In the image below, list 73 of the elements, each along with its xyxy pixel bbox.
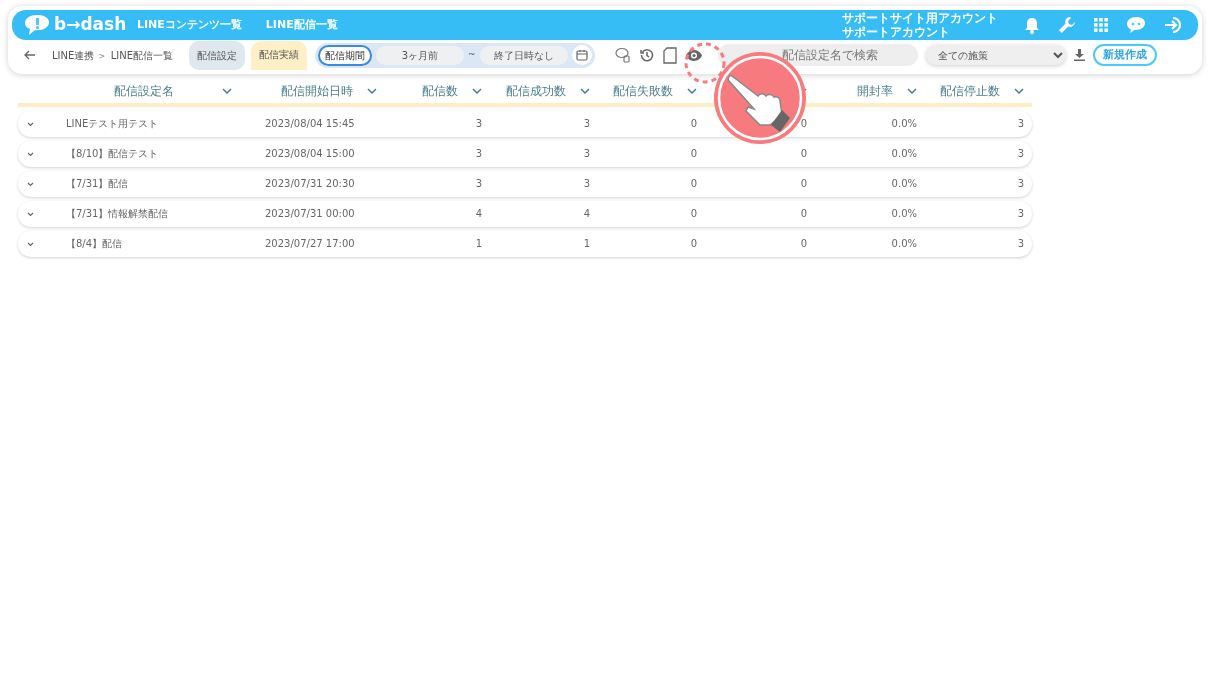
download-icon[interactable] (1073, 49, 1085, 61)
table-cell: LINEテスト用テスト (66, 117, 159, 129)
back-arrow-icon[interactable] (24, 50, 36, 60)
column-header[interactable]: 開封率 (857, 82, 893, 100)
table-cell: 3 (583, 177, 590, 189)
table-cell: 0.0% (891, 177, 917, 189)
table-cell: 0.0% (891, 147, 917, 159)
period-label[interactable]: 配信期間 (318, 44, 372, 66)
logo-icon (24, 14, 50, 36)
eye-icon[interactable] (685, 49, 702, 61)
table-cell: 【7/31】配信 (66, 177, 129, 189)
table-cell: 0 (800, 117, 807, 129)
column-header[interactable]: 配信失敗数 (613, 82, 673, 100)
start-date-field[interactable]: 3ヶ月前 (376, 45, 464, 65)
sort-icon[interactable] (1014, 88, 1024, 94)
table-cell: 2023/07/27 17:00 (265, 237, 355, 249)
table-cell: 3 (1017, 117, 1024, 129)
breadcrumb: LINE連携 ＞ LINE配信一覧 (52, 48, 173, 63)
table-cell: 0 (800, 177, 807, 189)
table-cell: 【8/4】配信 (66, 237, 123, 249)
table-cell: 0 (690, 177, 697, 189)
table-cell: 3 (583, 117, 590, 129)
account-name: サポートサイト用アカウント サポートアカウント (842, 11, 998, 39)
table-cell: 3 (1017, 177, 1024, 189)
document-icon[interactable] (662, 46, 677, 64)
tab[interactable]: 配信設定 (189, 40, 245, 70)
new-button[interactable]: 新規作成 (1092, 43, 1157, 67)
table-cell: 3 (475, 177, 482, 189)
table-cell: 0 (690, 207, 697, 219)
sort-icon[interactable] (580, 88, 590, 94)
column-header[interactable]: 配信数 (422, 82, 458, 100)
history-icon[interactable] (639, 48, 654, 62)
column-header[interactable]: 配信設定名 (114, 82, 174, 100)
sort-icon[interactable] (367, 88, 377, 94)
table-cell: 【8/10】配信テスト (66, 147, 159, 159)
table-cell: 0 (690, 117, 697, 129)
filter-dropdown[interactable]: 全ての施策 (925, 45, 1066, 65)
sort-icon[interactable] (687, 88, 697, 94)
column-header[interactable]: 配信成功数 (506, 82, 566, 100)
chat-bubble-icon[interactable] (614, 47, 631, 63)
table-cell: 0 (690, 147, 697, 159)
logo-text: b→dash (54, 13, 127, 37)
table-cell: 3 (475, 147, 482, 159)
table-cell: 3 (475, 117, 482, 129)
table-cell: 0 (800, 237, 807, 249)
range-separator: ~ (468, 48, 476, 62)
calendar-icon[interactable] (571, 45, 592, 65)
table-cell: 2023/07/31 20:30 (265, 177, 355, 189)
table-cell: 0.0% (891, 207, 917, 219)
column-header[interactable]: 配信開始日時 (281, 82, 353, 100)
table-cell: 0 (800, 147, 807, 159)
table-cell: 0.0% (891, 237, 917, 249)
sort-icon[interactable] (222, 88, 232, 94)
table-cell: 3 (1017, 147, 1024, 159)
sort-icon[interactable] (472, 88, 482, 94)
table-cell: 0 (800, 207, 807, 219)
table-cell: 0.0% (891, 117, 917, 129)
table-cell: 3 (1017, 237, 1024, 249)
table-cell: 2023/08/04 15:00 (265, 147, 355, 159)
sort-icon[interactable] (907, 88, 917, 94)
table-cell: 4 (583, 207, 590, 219)
column-header[interactable]: 配信停止数 (940, 82, 1000, 100)
tab[interactable]: 配信実績 (251, 40, 307, 70)
table-cell: 4 (475, 207, 482, 219)
table-cell: 2023/07/31 00:00 (265, 207, 355, 219)
table-cell: 2023/08/04 15:45 (265, 117, 355, 129)
table-cell: 1 (583, 237, 590, 249)
end-date-field[interactable]: 終了日時なし (479, 45, 568, 65)
table-cell: 3 (583, 147, 590, 159)
table-cell: 3 (1017, 207, 1024, 219)
table-cell: 1 (475, 237, 482, 249)
table-cell: 【7/31】情報解禁配信 (66, 207, 169, 219)
table-cell: 0 (690, 237, 697, 249)
